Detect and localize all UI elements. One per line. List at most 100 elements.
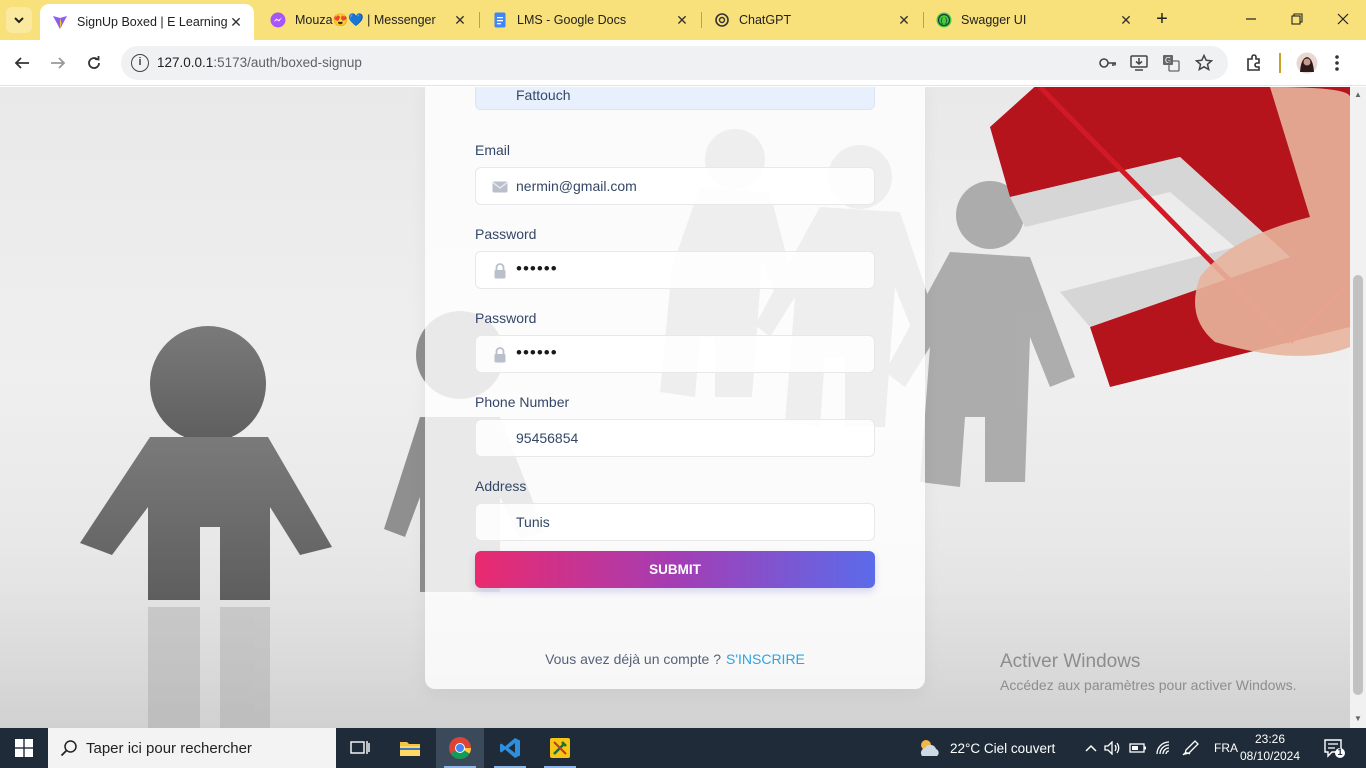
toolbar-divider [1279,53,1281,73]
tab-title: Mouza😍💙 | Messenger [295,12,436,27]
tab-search-button[interactable] [6,7,32,33]
signup-page: Fattouch Email nermin@gmail.com Password… [0,87,1350,728]
email-input[interactable]: nermin@gmail.com [475,167,875,205]
forward-button[interactable] [44,49,72,77]
phone-label: Phone Number [475,394,570,410]
restore-icon [1291,13,1303,25]
bookmark-star-icon[interactable] [1194,54,1214,72]
windows-taskbar: Taper ici pour rechercher 22°C Ciel couv… [0,728,1366,768]
signup-card: Fattouch Email nermin@gmail.com Password… [425,87,925,689]
tab-signup[interactable]: SignUp Boxed | E Learning ✕ [40,4,254,40]
vscode-icon [500,738,520,758]
file-explorer-button[interactable] [386,728,434,768]
lock-icon [494,347,506,363]
have-account-text: Vous avez déjà un compte ? [545,651,721,667]
back-button[interactable] [8,49,36,77]
more-vertical-icon [1335,55,1339,71]
address-input[interactable]: Tunis [475,503,875,541]
email-label: Email [475,142,511,158]
page-scrollbar[interactable]: ▲ ▼ [1350,87,1366,728]
reload-icon [88,56,100,69]
password-input[interactable]: •••••• [475,251,875,289]
weather-widget[interactable]: 22°C Ciel couvert [916,728,1055,768]
confirm-password-input[interactable]: •••••• [475,335,875,373]
submit-button[interactable]: SUBMIT [475,551,875,588]
google-docs-icon [494,12,506,28]
language-indicator[interactable]: FRA [1214,728,1238,768]
weather-text: 22°C Ciel couvert [950,740,1056,756]
new-tab-button[interactable]: + [1150,8,1174,32]
search-icon [60,740,77,757]
reload-button[interactable] [80,49,108,77]
restore-button[interactable] [1274,0,1320,40]
taskbar-search[interactable]: Taper ici pour rechercher [48,728,336,768]
password-key-icon[interactable] [1098,54,1118,72]
tools-icon [550,738,570,758]
scroll-up-arrow[interactable]: ▲ [1353,90,1363,99]
install-app-icon[interactable] [1129,54,1149,72]
close-icon[interactable]: ✕ [674,12,690,29]
close-window-button[interactable] [1320,0,1366,40]
signin-link[interactable]: S'INSCRIRE [726,651,805,667]
tab-swagger[interactable]: {} Swagger UI ✕ [924,0,1144,40]
url-text[interactable]: 127.0.0.1:5173/auth/boxed-signup [157,55,362,70]
extensions-icon[interactable] [1243,52,1265,74]
scrollbar-thumb[interactable] [1353,275,1363,695]
chatgpt-icon [715,13,729,27]
chrome-icon [449,737,471,759]
taskbar-clock[interactable]: 23:26 08/10/2024 [1238,731,1302,765]
tab-chatgpt[interactable]: ChatGPT ✕ [702,0,922,40]
vscode-taskbar-button[interactable] [486,728,534,768]
dev-tool-taskbar-button[interactable] [536,728,584,768]
phone-input[interactable]: 95456854 [475,419,875,457]
lastname-input[interactable]: Fattouch [475,87,875,110]
translate-icon[interactable]: G [1161,54,1181,72]
arrow-left-icon [14,57,29,69]
password-label: Password [475,226,537,242]
envelope-icon [492,181,508,193]
tab-messenger[interactable]: Mouza😍💙 | Messenger ✕ [258,0,478,40]
chrome-taskbar-button[interactable] [436,728,484,768]
minimize-button[interactable] [1228,0,1274,40]
task-view-icon [350,741,370,754]
messenger-icon [270,12,286,28]
swagger-icon: {} [936,12,952,28]
notification-badge: 1 [1337,747,1343,757]
confirm-password-label: Password [475,310,537,326]
browser-tab-bar: SignUp Boxed | E Learning ✕ Mouza😍💙 | Me… [0,0,1366,40]
address-bar[interactable]: i 127.0.0.1:5173/auth/boxed-signup G [121,46,1228,80]
wifi-icon[interactable] [1155,740,1173,756]
close-icon[interactable]: ✕ [228,14,244,31]
close-icon[interactable]: ✕ [896,12,912,29]
chevron-down-icon [14,17,24,24]
tab-title: LMS - Google Docs [517,13,627,27]
clock-time: 23:26 [1254,732,1286,746]
tab-title: ChatGPT [739,13,792,27]
site-info-icon[interactable]: i [131,54,149,72]
chevron-up-icon[interactable] [1082,740,1100,756]
watermark-title: Activer Windows [1000,651,1141,672]
clock-date: 08/10/2024 [1239,749,1301,763]
minimize-icon [1246,18,1256,20]
windows-logo-icon [15,739,33,757]
lock-icon [494,263,506,279]
close-icon[interactable]: ✕ [452,12,468,29]
pen-icon[interactable] [1182,740,1200,756]
task-view-button[interactable] [336,728,384,768]
svg-text:{}: {} [940,17,949,25]
search-placeholder: Taper ici pour rechercher [86,739,252,757]
tab-title: SignUp Boxed | E Learning [77,15,228,29]
scroll-down-arrow[interactable]: ▼ [1353,714,1363,723]
profile-avatar[interactable] [1296,52,1318,74]
tab-google-docs[interactable]: LMS - Google Docs ✕ [480,0,700,40]
browser-menu-button[interactable] [1326,52,1348,74]
vite-icon [53,16,67,29]
close-icon[interactable]: ✕ [1118,12,1134,29]
notifications-button[interactable]: 1 [1322,738,1346,758]
cloud-sun-icon [920,740,939,756]
tab-title: Swagger UI [961,13,1027,27]
battery-icon[interactable] [1129,740,1147,756]
volume-icon[interactable] [1104,740,1122,756]
start-button[interactable] [0,728,48,768]
plus-icon: + [1156,8,1168,30]
